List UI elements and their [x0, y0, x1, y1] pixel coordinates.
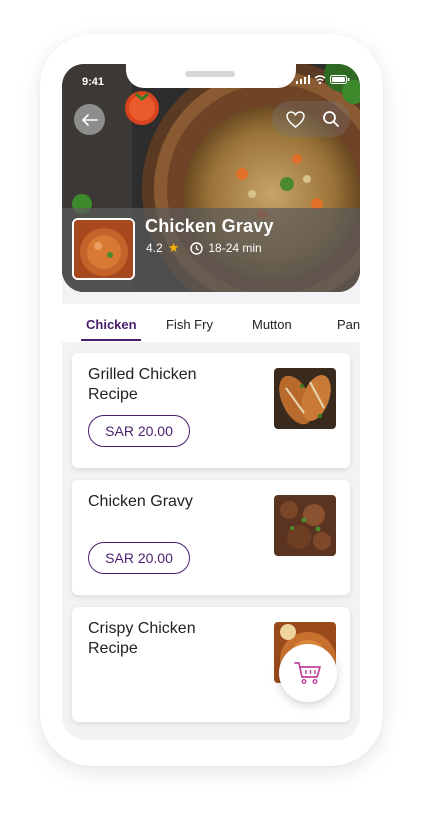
recipe-image	[274, 495, 336, 556]
search-button[interactable]	[319, 107, 343, 131]
status-icons	[296, 75, 350, 84]
heart-icon	[285, 110, 305, 128]
search-icon	[323, 111, 339, 127]
dish-meta: 4.2 ★ 18-24 min	[146, 240, 262, 256]
phone-speaker	[185, 71, 235, 77]
arrow-left-icon	[81, 113, 98, 126]
back-button[interactable]	[74, 104, 105, 135]
recipe-image	[274, 368, 336, 429]
tab-chicken[interactable]: Chicken	[86, 317, 137, 332]
dish-thumbnail	[72, 218, 135, 280]
price-button[interactable]: SAR 20.00	[88, 415, 190, 447]
recipe-title: Grilled Chicken Recipe	[88, 366, 197, 403]
hero-banner: 9:41 Chicken Gravy 4.2 ★ 18-24 min	[62, 64, 360, 292]
rating-value: 4.2	[146, 241, 163, 255]
tab-mutton[interactable]: Mutton	[252, 317, 292, 332]
category-tabs: Chicken Fish Fry Mutton Pan	[62, 304, 360, 342]
cook-time: 18-24 min	[208, 241, 262, 255]
app-screen: 9:41 Chicken Gravy 4.2 ★ 18-24 min Chick…	[62, 64, 360, 740]
tab-fish-fry[interactable]: Fish Fry	[166, 317, 213, 332]
price-button[interactable]: SAR 20.00	[88, 542, 190, 574]
recipe-card[interactable]: Chicken Gravy SAR 20.00	[72, 480, 350, 595]
cart-button[interactable]	[279, 644, 337, 702]
active-tab-indicator	[81, 339, 141, 341]
signal-icon	[296, 75, 310, 84]
recipe-title: Crispy Chicken Recipe	[88, 620, 196, 657]
recipe-card[interactable]: Grilled Chicken Recipe SAR 20.00	[72, 353, 350, 468]
recipe-title: Chicken Gravy	[88, 493, 193, 510]
dish-title: Chicken Gravy	[145, 216, 274, 236]
wifi-icon	[314, 75, 326, 84]
star-icon: ★	[167, 240, 180, 255]
favorite-button[interactable]	[283, 107, 307, 131]
tab-pan[interactable]: Pan	[337, 317, 360, 332]
clock-icon	[190, 241, 204, 255]
cart-icon	[294, 662, 321, 685]
status-time: 9:41	[82, 76, 105, 88]
battery-icon	[330, 75, 350, 84]
